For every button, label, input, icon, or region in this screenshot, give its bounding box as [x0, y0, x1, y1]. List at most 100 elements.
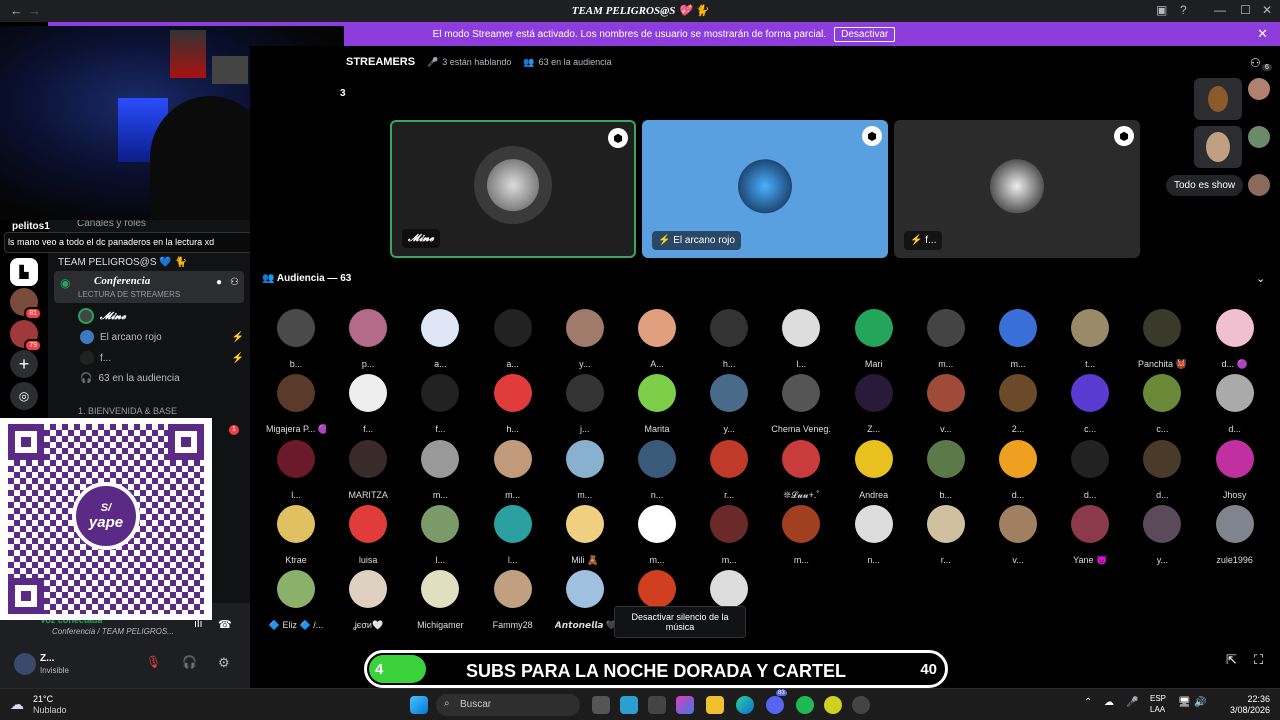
- audience-member[interactable]: y...: [699, 374, 759, 434]
- speaker-tile[interactable]: ⬢ ⚡ f...: [894, 120, 1140, 258]
- popout-icon[interactable]: ⇱: [1226, 652, 1237, 668]
- server-name[interactable]: TEAM PELIGROS@S 💙 🐈: [58, 257, 187, 268]
- minimize-icon[interactable]: —: [1214, 3, 1226, 17]
- taskbar-search[interactable]: ⌕ Buscar: [436, 694, 580, 716]
- todo-es-show-chip[interactable]: Todo es show: [1166, 175, 1244, 196]
- home-server-icon[interactable]: ▙: [10, 258, 38, 286]
- audience-row[interactable]: 🎧 63 en la audiencia: [56, 373, 244, 384]
- audience-member[interactable]: Z...: [844, 374, 904, 434]
- audience-member[interactable]: m...: [771, 504, 831, 565]
- audience-member[interactable]: c...: [1132, 374, 1192, 434]
- video-thumbnail[interactable]: [1194, 126, 1242, 168]
- audience-member[interactable]: d...: [1132, 439, 1192, 500]
- server-icon[interactable]: 81: [10, 288, 42, 320]
- app-icon[interactable]: [824, 696, 842, 714]
- audience-member[interactable]: m...: [916, 309, 976, 369]
- audience-member[interactable]: t...: [1060, 309, 1120, 369]
- settings-gear-icon[interactable]: ⚙: [218, 655, 230, 671]
- audience-member[interactable]: r...: [699, 439, 759, 500]
- speaker-row[interactable]: f... ⚡: [56, 351, 244, 365]
- input-lang[interactable]: ESP: [1150, 694, 1166, 703]
- audience-member[interactable]: v...: [916, 374, 976, 434]
- clock-date[interactable]: 3/08/2026: [1220, 705, 1270, 715]
- audience-member[interactable]: l...: [266, 439, 326, 500]
- audience-member[interactable]: v...: [988, 504, 1048, 565]
- windows-start-icon[interactable]: [410, 696, 428, 714]
- audience-member[interactable]: Ktrae: [266, 504, 326, 565]
- help-icon[interactable]: ?: [1180, 3, 1187, 17]
- audience-member[interactable]: a...: [483, 309, 543, 369]
- onedrive-icon[interactable]: ☁: [1104, 697, 1114, 708]
- audience-member[interactable]: j...: [555, 374, 615, 434]
- audience-member[interactable]: m...: [627, 504, 687, 565]
- audience-member[interactable]: f...: [338, 374, 398, 434]
- audience-member[interactable]: zule1996: [1205, 504, 1265, 565]
- file-explorer-icon[interactable]: [706, 696, 724, 714]
- audience-member[interactable]: l...: [771, 309, 831, 369]
- speaker-tile[interactable]: ⬢ 𝓜𝓲𝓷𝓮: [390, 120, 636, 258]
- audience-member[interactable]: d...: [988, 439, 1048, 500]
- deafen-icon[interactable]: 🎧: [182, 655, 197, 669]
- audience-member[interactable]: f...: [410, 374, 470, 434]
- audience-member[interactable]: Panchita 👹: [1132, 309, 1192, 370]
- discord-icon[interactable]: 83: [766, 690, 787, 714]
- volume-icon[interactable]: 🔊: [1194, 697, 1206, 708]
- audience-member[interactable]: h...: [483, 374, 543, 434]
- network-icon[interactable]: 🖥: [1178, 697, 1191, 708]
- disconnect-icon[interactable]: ☎: [218, 618, 232, 631]
- avatar[interactable]: [14, 653, 36, 675]
- audience-member[interactable]: c...: [1060, 374, 1120, 434]
- voice-channel-conferencia[interactable]: ◉ Conferencia LECTURA DE STREAMERS ● ⚇: [54, 271, 244, 303]
- mic-tray-icon[interactable]: 🎤: [1126, 697, 1138, 708]
- avatar[interactable]: [1248, 126, 1270, 148]
- avatar[interactable]: [1248, 174, 1270, 196]
- audience-member[interactable]: m...: [483, 439, 543, 500]
- audience-member[interactable]: Jhosy: [1205, 439, 1265, 500]
- inbox-icon[interactable]: ▣: [1156, 3, 1167, 17]
- audience-member[interactable]: 2...: [988, 374, 1048, 434]
- audience-member[interactable]: Chema Veneg...: [771, 374, 831, 434]
- audience-member[interactable]: n...: [844, 504, 904, 565]
- mute-mic-icon[interactable]: 🎙: [146, 655, 161, 669]
- video-thumbnail[interactable]: [1194, 78, 1242, 120]
- explore-icon[interactable]: ◎: [10, 382, 38, 410]
- settings-icon[interactable]: ⬢: [608, 128, 628, 148]
- audience-member[interactable]: Mari: [844, 309, 904, 369]
- invite-icon[interactable]: ⚇: [230, 277, 239, 288]
- audience-member[interactable]: d...: [1060, 439, 1120, 500]
- audience-member[interactable]: b...: [916, 439, 976, 500]
- voice-channel-link[interactable]: Conferencia / TEAM PELIGROS...: [52, 627, 174, 636]
- audience-member[interactable]: a...: [410, 309, 470, 369]
- audience-member[interactable]: d... 🟣: [1205, 309, 1265, 370]
- audience-member[interactable]: Andrea: [844, 439, 904, 500]
- audience-member[interactable]: y...: [555, 309, 615, 369]
- spotify-icon[interactable]: [796, 696, 814, 714]
- chevron-down-icon[interactable]: ⌄: [1256, 272, 1265, 285]
- store-icon[interactable]: [648, 696, 666, 714]
- audience-member[interactable]: r...: [916, 504, 976, 565]
- audience-member[interactable]: d...: [1205, 374, 1265, 434]
- fullscreen-icon[interactable]: ⛶: [1254, 652, 1263, 668]
- audience-member[interactable]: Marita: [627, 374, 687, 434]
- category-header[interactable]: 1. BIENVENIDA & BASE: [78, 406, 177, 416]
- audience-member[interactable]: m...: [699, 504, 759, 565]
- settings-icon[interactable]: ⬢: [862, 126, 882, 146]
- audience-member[interactable]: m...: [410, 439, 470, 500]
- audience-member[interactable]: h...: [699, 309, 759, 369]
- user-name[interactable]: Z...: [40, 653, 54, 664]
- audience-member[interactable]: l...: [410, 504, 470, 565]
- maximize-icon[interactable]: ☐: [1240, 3, 1251, 17]
- audience-member[interactable]: b...: [266, 309, 326, 369]
- audience-member[interactable]: 𝘼𝙣𝙩𝙤𝙣𝙚𝙡𝙡𝙖 🖤: [555, 570, 615, 631]
- audience-member[interactable]: MARITZA: [338, 439, 398, 500]
- audience-member[interactable]: Yane 👿: [1060, 504, 1120, 566]
- participants-icon[interactable]: ⚇: [1250, 56, 1261, 70]
- audience-member[interactable]: Michigamer: [410, 570, 470, 630]
- add-server-icon[interactable]: +: [10, 350, 38, 378]
- audience-member[interactable]: m...: [555, 439, 615, 500]
- audience-member[interactable]: ʝєσи🤍: [338, 570, 398, 631]
- audience-member[interactable]: ❊𝓛𝓾𝓾+.˚: [771, 439, 831, 501]
- audience-member[interactable]: l...: [483, 504, 543, 565]
- settings-icon[interactable]: ⬢: [1114, 126, 1134, 146]
- close-banner-icon[interactable]: ✕: [1257, 26, 1268, 42]
